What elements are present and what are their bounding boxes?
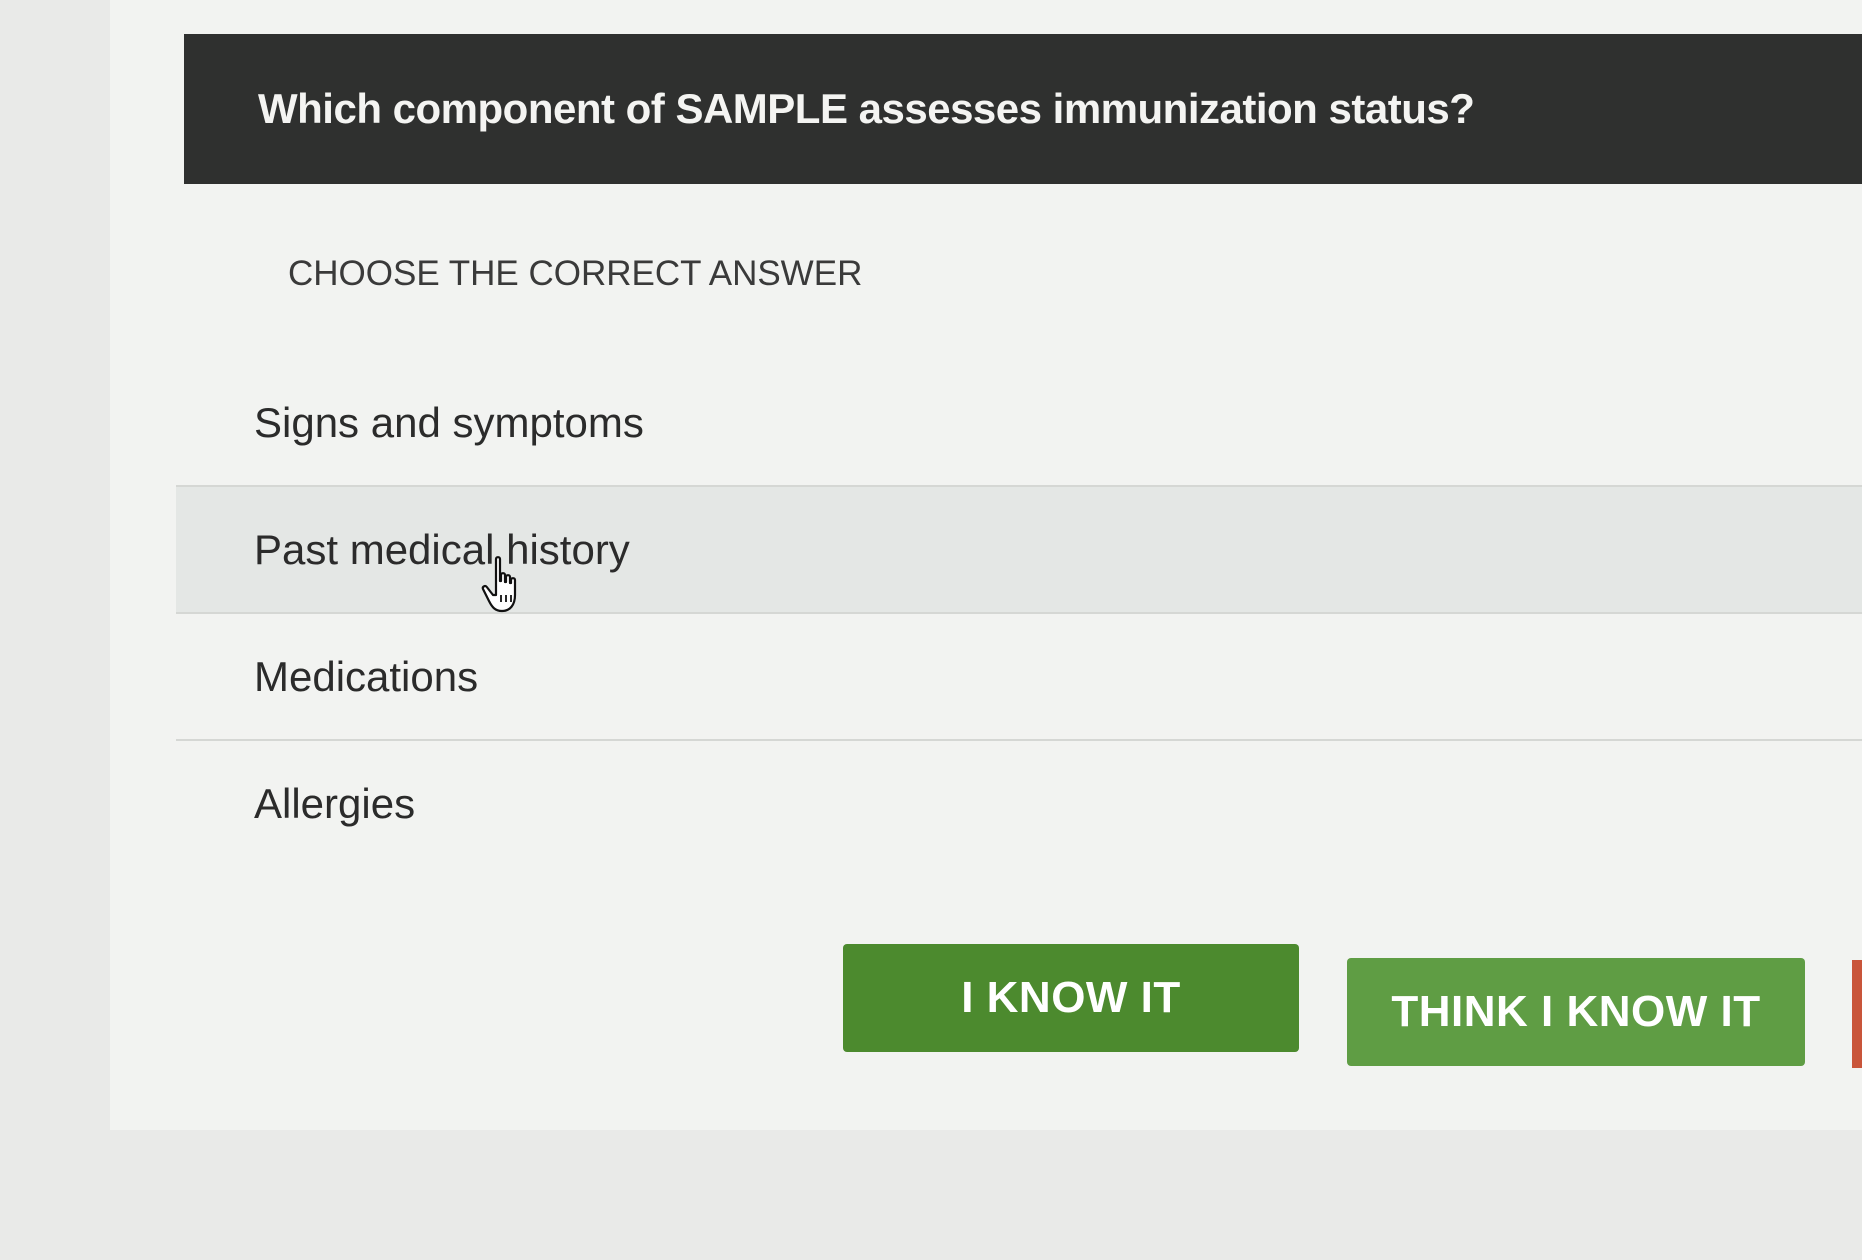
answer-option-label: Signs and symptoms xyxy=(254,398,644,446)
answer-options-list: Signs and symptoms Past medical history … xyxy=(176,360,1862,866)
answer-option-medications[interactable]: Medications xyxy=(176,614,1862,741)
answer-instruction: CHOOSE THE CORRECT ANSWER xyxy=(288,254,863,293)
answer-option-signs-and-symptoms[interactable]: Signs and symptoms xyxy=(176,360,1862,487)
think-i-know-it-button[interactable]: THINK I KNOW IT xyxy=(1347,958,1805,1066)
answer-option-past-medical-history[interactable]: Past medical history xyxy=(176,487,1862,614)
question-text: Which component of SAMPLE assesses immun… xyxy=(258,85,1475,132)
i-know-it-button[interactable]: I KNOW IT xyxy=(843,944,1299,1052)
answer-option-allergies[interactable]: Allergies xyxy=(176,741,1862,866)
answer-option-label: Past medical history xyxy=(254,525,630,573)
partial-button-edge[interactable] xyxy=(1852,960,1862,1068)
answer-option-label: Allergies xyxy=(254,779,416,827)
question-header: Which component of SAMPLE assesses immun… xyxy=(184,34,1862,184)
hand-pointer-icon xyxy=(481,556,517,613)
answer-option-label: Medications xyxy=(254,652,479,700)
